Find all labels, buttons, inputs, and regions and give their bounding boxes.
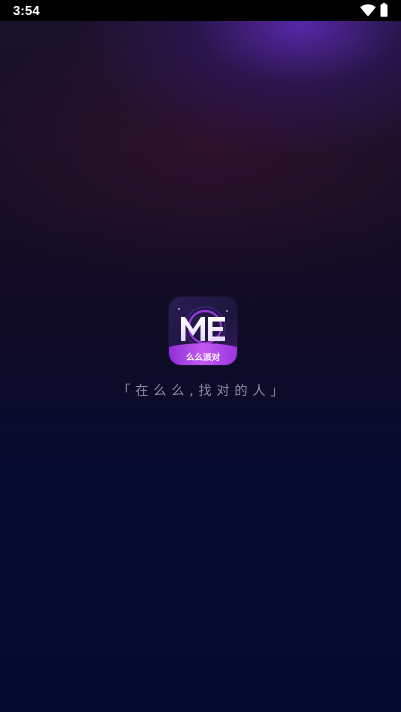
logo-caption: 么么派对 <box>186 352 221 363</box>
battery-icon <box>380 3 388 17</box>
wifi-icon <box>360 4 376 17</box>
splash-screen: 3:54 么么派对 「在么么,找对的人」 <box>0 0 401 712</box>
app-logo-icon: 么么派对 <box>169 297 237 365</box>
slogan-text: 「在么么,找对的人」 <box>117 384 289 399</box>
status-bar: 3:54 <box>0 0 401 21</box>
status-time: 3:54 <box>13 3 40 18</box>
